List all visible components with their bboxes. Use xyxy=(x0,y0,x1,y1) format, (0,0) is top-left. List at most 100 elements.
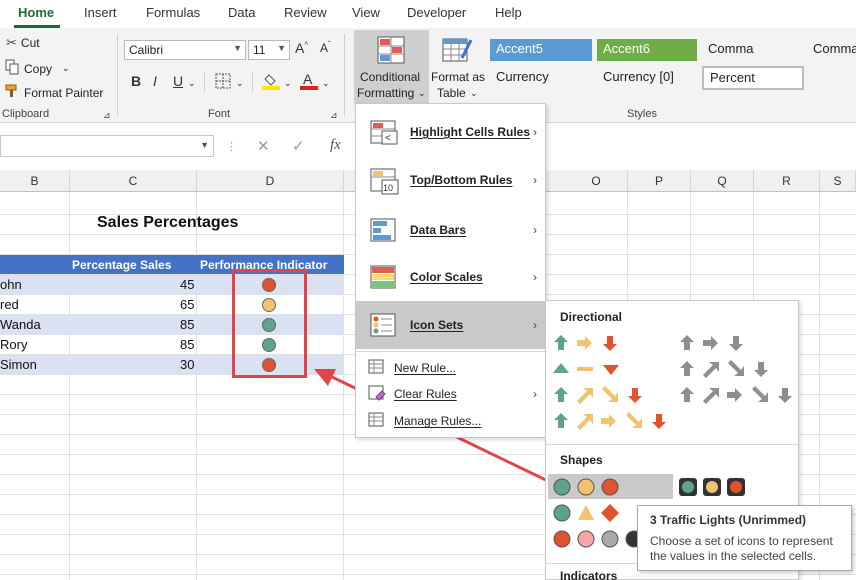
column-header-percentage-sales: Percentage Sales xyxy=(72,258,172,272)
bold-icon[interactable]: B xyxy=(131,73,141,89)
tab-review[interactable]: Review xyxy=(284,5,327,20)
chevron-down-icon: ▼ xyxy=(277,43,286,53)
clipboard-dialog-launcher-icon[interactable]: ⊿ xyxy=(103,110,111,121)
font-name-combobox[interactable]: Calibri ▼ xyxy=(124,40,246,60)
menu-item-highlight-cells-rules[interactable]: < Highlight Cells Rules › xyxy=(356,112,545,152)
cut-button[interactable]: ✂ Cut xyxy=(6,35,40,51)
chevron-down-icon: ⌄ xyxy=(470,88,478,98)
name-box[interactable]: ▼ xyxy=(0,135,214,157)
svg-text:A: A xyxy=(303,71,313,87)
format-as-table-button[interactable]: Format as Table ⌄ xyxy=(431,30,485,104)
tab-developer[interactable]: Developer xyxy=(407,5,466,20)
cancel-entry-icon[interactable]: ✕ xyxy=(257,137,270,155)
menu-separator xyxy=(356,351,545,352)
font-color-icon[interactable]: A xyxy=(300,71,318,94)
tab-data[interactable]: Data xyxy=(228,5,255,20)
chevron-down-icon[interactable]: ⌄ xyxy=(188,78,196,89)
column-header-b[interactable]: B xyxy=(0,170,70,192)
italic-icon[interactable]: I xyxy=(153,73,157,89)
menu-item-data-bars[interactable]: Data Bars › xyxy=(356,210,545,250)
directional-set-5-arrows-colored[interactable] xyxy=(552,411,668,431)
ribbon-tab-bar: Home Insert Formulas Data Review View De… xyxy=(0,0,856,28)
directional-set-3-arrows-gray[interactable] xyxy=(678,333,748,353)
format-as-table-icon xyxy=(442,36,473,67)
column-header-c[interactable]: C xyxy=(70,170,197,192)
chevron-down-icon[interactable]: ⌄ xyxy=(284,78,292,89)
chevron-right-icon: › xyxy=(533,125,537,139)
column-header-d[interactable]: D xyxy=(197,170,344,192)
menu-item-top-bottom-rules[interactable]: 10 Top/Bottom Rules › xyxy=(356,160,545,200)
font-size-combobox[interactable]: 11 ▼ xyxy=(248,40,290,60)
column-header-q[interactable]: Q xyxy=(691,170,754,192)
icon-set-3-signs[interactable] xyxy=(552,503,626,523)
style-accent5[interactable]: Accent5 xyxy=(490,39,592,61)
chevron-down-icon: ⌄ xyxy=(418,88,426,98)
chevron-down-icon[interactable]: ⌄ xyxy=(236,78,244,89)
icon-set-3-traffic-lights-rimmed[interactable] xyxy=(678,477,752,497)
value-cell: 45 xyxy=(180,277,195,292)
value-cell: 30 xyxy=(180,357,195,372)
style-percent[interactable]: Percent xyxy=(702,66,804,90)
directional-set-3-arrows-colored[interactable] xyxy=(552,333,622,353)
insert-function-icon[interactable]: fx xyxy=(330,137,341,154)
column-header-p[interactable]: P xyxy=(628,170,691,192)
tooltip: 3 Traffic Lights (Unrimmed) Choose a set… xyxy=(637,505,852,571)
style-comma-0[interactable]: Comma xyxy=(807,39,856,61)
underline-icon[interactable]: U xyxy=(173,73,183,89)
highlight-cells-rules-icon: < xyxy=(370,120,400,145)
gridline xyxy=(69,192,70,580)
chevron-down-icon[interactable]: ⌄ xyxy=(322,78,330,89)
group-separator xyxy=(344,34,345,116)
directional-heading: Directional xyxy=(560,310,623,324)
directional-set-4-arrows-colored[interactable] xyxy=(552,385,644,405)
style-comma[interactable]: Comma xyxy=(702,39,802,61)
indicators-heading: Indicators xyxy=(560,569,618,580)
fill-color-icon[interactable] xyxy=(262,71,280,94)
tab-help[interactable]: Help xyxy=(495,5,522,20)
decrease-font-size-icon[interactable]: Aˇ xyxy=(320,40,331,55)
chevron-down-icon[interactable]: ▼ xyxy=(200,140,209,150)
menu-item-color-scales[interactable]: Color Scales › xyxy=(356,257,545,297)
confirm-entry-icon[interactable]: ✓ xyxy=(292,137,305,155)
column-header-r[interactable]: R xyxy=(754,170,820,192)
scissors-icon: ✂ xyxy=(6,35,17,50)
tab-home[interactable]: Home xyxy=(18,5,54,20)
copy-icon xyxy=(4,59,20,78)
format-painter-button[interactable]: Format Painter xyxy=(4,83,103,102)
style-currency[interactable]: Currency xyxy=(490,67,592,89)
tab-formulas[interactable]: Formulas xyxy=(146,5,200,20)
directional-set-4-arrows-gray[interactable] xyxy=(678,359,770,379)
styles-group-label: Styles xyxy=(627,108,657,120)
column-header-o[interactable]: O xyxy=(565,170,628,192)
menu-item-manage-rules[interactable]: Manage Rules... xyxy=(356,409,545,433)
name-cell: ohn xyxy=(0,277,22,292)
menu-item-icon-sets[interactable]: Icon Sets › xyxy=(356,301,545,349)
value-cell: 85 xyxy=(180,337,195,352)
svg-text:10: 10 xyxy=(383,183,393,193)
traffic-lights-unrimmed-icon xyxy=(553,478,619,496)
menu-item-clear-rules[interactable]: Clear Rules › xyxy=(356,382,545,406)
increase-font-size-icon[interactable]: A^ xyxy=(295,40,308,56)
paintbrush-icon xyxy=(4,83,20,102)
font-dialog-launcher-icon[interactable]: ⊿ xyxy=(330,110,338,121)
manage-rules-icon xyxy=(368,412,398,436)
menu-item-new-rule[interactable]: New Rule... xyxy=(356,356,545,380)
borders-icon[interactable] xyxy=(215,73,231,92)
name-cell: Simon xyxy=(0,357,37,372)
style-accent6[interactable]: Accent6 xyxy=(597,39,697,61)
icon-sets-icon xyxy=(370,313,400,337)
conditional-formatting-button[interactable]: Conditional Formatting ⌄ xyxy=(354,30,429,104)
tab-insert[interactable]: Insert xyxy=(84,5,117,20)
eraser-icon xyxy=(368,385,398,409)
font-group-label: Font xyxy=(208,108,231,120)
more-options-icon[interactable]: ⋮ xyxy=(226,140,237,153)
style-currency-0[interactable]: Currency [0] xyxy=(597,67,697,89)
copy-button[interactable]: Copy ⌄ xyxy=(4,59,70,78)
directional-set-3-triangles[interactable] xyxy=(552,359,622,379)
column-header-s[interactable]: S xyxy=(820,170,856,192)
group-separator xyxy=(252,72,253,92)
tab-view[interactable]: View xyxy=(352,5,380,20)
highlight-annotation-box xyxy=(232,269,307,378)
directional-set-5-arrows-gray[interactable] xyxy=(678,385,794,405)
color-scales-icon xyxy=(370,265,400,289)
